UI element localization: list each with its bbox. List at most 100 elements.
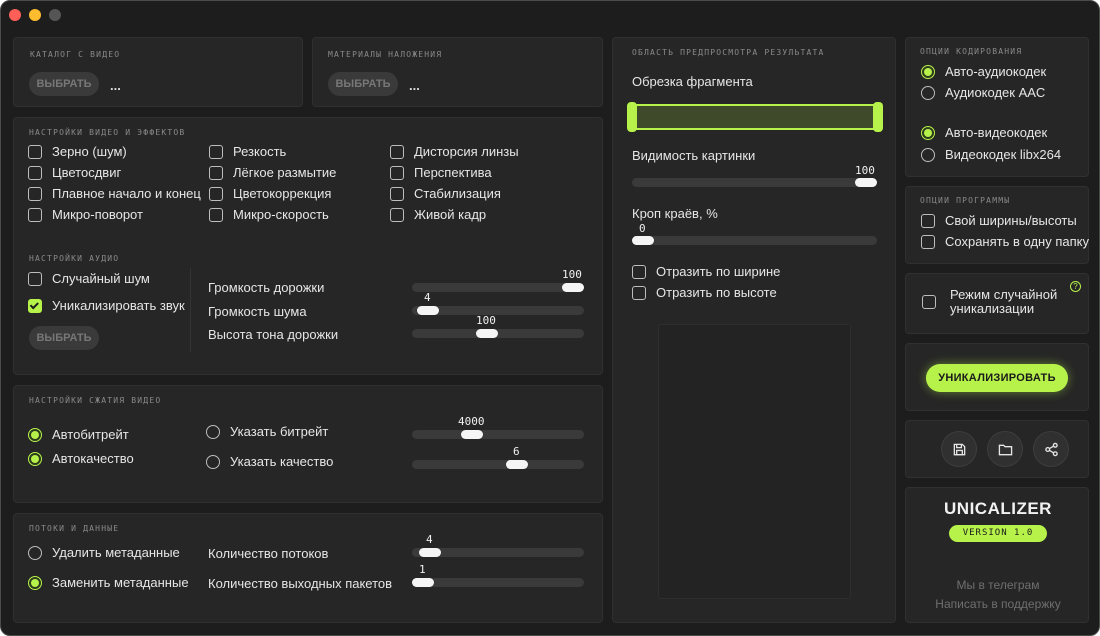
effect-micro-speed[interactable]: Микро-скорость <box>209 207 329 222</box>
effect-label: Лёгкое размытие <box>233 165 337 180</box>
trim-start-handle[interactable] <box>627 102 637 132</box>
effect-color-correction[interactable]: Цветокоррекция <box>209 186 331 201</box>
unique-button[interactable]: УНИКАЛИЗИРОВАТЬ <box>926 364 1068 392</box>
minimize-window-button[interactable] <box>29 9 41 21</box>
auto-audio-codec-radio[interactable]: Авто-аудиокодек <box>921 64 1046 79</box>
auto-video-codec-radio[interactable]: Авто-видеокодек <box>921 125 1047 140</box>
effect-label: Зерно (шум) <box>52 144 127 159</box>
track-volume-slider[interactable] <box>412 283 584 292</box>
effect-label: Резкость <box>233 144 287 159</box>
auto-quality-radio[interactable]: Автокачество <box>28 451 134 466</box>
quality-value: 6 <box>513 445 520 458</box>
effect-live-frame[interactable]: Живой кадр <box>390 207 486 222</box>
trim-range[interactable] <box>628 104 882 130</box>
replace-metadata-label: Заменить метаданные <box>52 575 189 590</box>
unique-sound-checkbox[interactable]: Уникализировать звук <box>28 298 185 313</box>
flip-vertical-checkbox[interactable]: Отразить по высоте <box>632 285 777 300</box>
threads-label: Количество потоков <box>208 546 329 561</box>
packets-value: 1 <box>419 563 426 576</box>
compression-title: НАСТРОЙКИ СЖАТИЯ ВИДЕО <box>29 396 162 405</box>
auto-bitrate-radio[interactable]: Автобитрейт <box>28 427 129 442</box>
catalog-select-button[interactable]: ВЫБРАТЬ <box>29 72 99 96</box>
save-button[interactable] <box>941 431 977 467</box>
track-volume-thumb[interactable] <box>562 283 584 292</box>
effect-fade[interactable]: Плавное начало и конец <box>28 186 201 201</box>
effect-sharpness[interactable]: Резкость <box>209 144 286 159</box>
visibility-slider[interactable] <box>632 178 877 187</box>
open-folder-button[interactable] <box>987 431 1023 467</box>
flip-vertical-label: Отразить по высоте <box>656 285 777 300</box>
flip-horizontal-checkbox[interactable]: Отразить по ширине <box>632 264 780 279</box>
effect-label: Дисторсия линзы <box>414 144 519 159</box>
effect-label: Микро-поворот <box>52 207 143 222</box>
radio-icon <box>206 454 220 469</box>
pitch-label: Высота тона дорожки <box>208 327 339 342</box>
visibility-label: Видимость картинки <box>632 148 756 163</box>
effect-grain[interactable]: Зерно (шум) <box>28 144 127 159</box>
quality-slider[interactable] <box>412 460 584 469</box>
one-folder-checkbox[interactable]: Сохранять в одну папку <box>921 234 1089 249</box>
support-link[interactable]: Написать в поддержку <box>906 597 1090 611</box>
encoding-panel: ОПЦИИ КОДИРОВАНИЯ Авто-аудиокодек Аудиок… <box>905 37 1089 177</box>
share-icon <box>1044 442 1058 456</box>
one-folder-label: Сохранять в одну папку <box>945 234 1089 249</box>
checkbox-icon <box>209 144 223 159</box>
random-mode-label: Режим случайной уникализации <box>950 288 1057 316</box>
delete-metadata-radio[interactable]: Удалить метаданные <box>28 545 180 560</box>
set-quality-radio[interactable]: Указать качество <box>206 454 333 469</box>
bitrate-value: 4000 <box>458 415 485 428</box>
checkbox-icon <box>632 264 646 279</box>
packets-thumb[interactable] <box>412 578 434 587</box>
radio-icon <box>921 147 935 162</box>
noise-volume-thumb[interactable] <box>417 306 439 315</box>
radio-icon <box>921 85 935 100</box>
trim-end-handle[interactable] <box>873 102 883 132</box>
random-mode-checkbox[interactable] <box>922 295 936 309</box>
packets-slider[interactable] <box>412 578 584 587</box>
trim-label: Обрезка фрагмента <box>632 74 753 89</box>
pitch-thumb[interactable] <box>476 329 498 338</box>
crop-thumb[interactable] <box>632 236 654 245</box>
brand-logo: UNICALIZER <box>944 499 1052 518</box>
help-icon[interactable]: ? <box>1070 281 1081 292</box>
bitrate-slider[interactable] <box>412 430 584 439</box>
unique-sound-label: Уникализировать звук <box>52 298 185 313</box>
crop-slider[interactable] <box>632 236 877 245</box>
own-size-checkbox[interactable]: Свой ширины/высоты <box>921 213 1077 228</box>
set-bitrate-radio[interactable]: Указать битрейт <box>206 424 328 439</box>
checkbox-icon <box>28 207 42 222</box>
effect-perspective[interactable]: Перспектива <box>390 165 492 180</box>
random-noise-checkbox[interactable]: Случайный шум <box>28 271 150 286</box>
effect-lens-distortion[interactable]: Дисторсия линзы <box>390 144 519 159</box>
effect-light-blur[interactable]: Лёгкое размытие <box>209 165 336 180</box>
pitch-slider[interactable] <box>412 329 584 338</box>
delete-metadata-label: Удалить метаданные <box>52 545 180 560</box>
audio-divider <box>190 268 191 352</box>
radio-selected-icon <box>921 125 935 140</box>
share-button[interactable] <box>1033 431 1069 467</box>
overlays-select-button[interactable]: ВЫБРАТЬ <box>328 72 398 96</box>
audio-select-button[interactable]: ВЫБРАТЬ <box>29 326 99 350</box>
replace-metadata-radio[interactable]: Заменить метаданные <box>28 575 189 590</box>
bitrate-thumb[interactable] <box>461 430 483 439</box>
effect-color-shift[interactable]: Цветосдвиг <box>28 165 121 180</box>
track-volume-label: Громкость дорожки <box>208 280 325 295</box>
zoom-window-button[interactable] <box>49 9 61 21</box>
quality-thumb[interactable] <box>506 460 528 469</box>
effect-micro-rotation[interactable]: Микро-поворот <box>28 207 143 222</box>
checkbox-checked-icon <box>28 298 42 313</box>
visibility-thumb[interactable] <box>855 178 877 187</box>
close-window-button[interactable] <box>9 9 21 21</box>
overlays-path: ... <box>409 78 420 93</box>
effect-label: Стабилизация <box>414 186 501 201</box>
x264-codec-radio[interactable]: Видеокодек libx264 <box>921 147 1061 162</box>
effect-stabilization[interactable]: Стабилизация <box>390 186 501 201</box>
telegram-link[interactable]: Мы в телеграм <box>906 578 1090 592</box>
auto-audio-codec-label: Авто-аудиокодек <box>945 64 1047 79</box>
quick-actions-panel <box>905 420 1089 478</box>
checkbox-icon <box>209 207 223 222</box>
overlays-title: МАТЕРИАЛЫ НАЛОЖЕНИЯ <box>328 50 443 59</box>
aac-codec-radio[interactable]: Аудиокодек AAC <box>921 85 1045 100</box>
program-title: ОПЦИИ ПРОГРАММЫ <box>920 196 1011 205</box>
threads-thumb[interactable] <box>419 548 441 557</box>
